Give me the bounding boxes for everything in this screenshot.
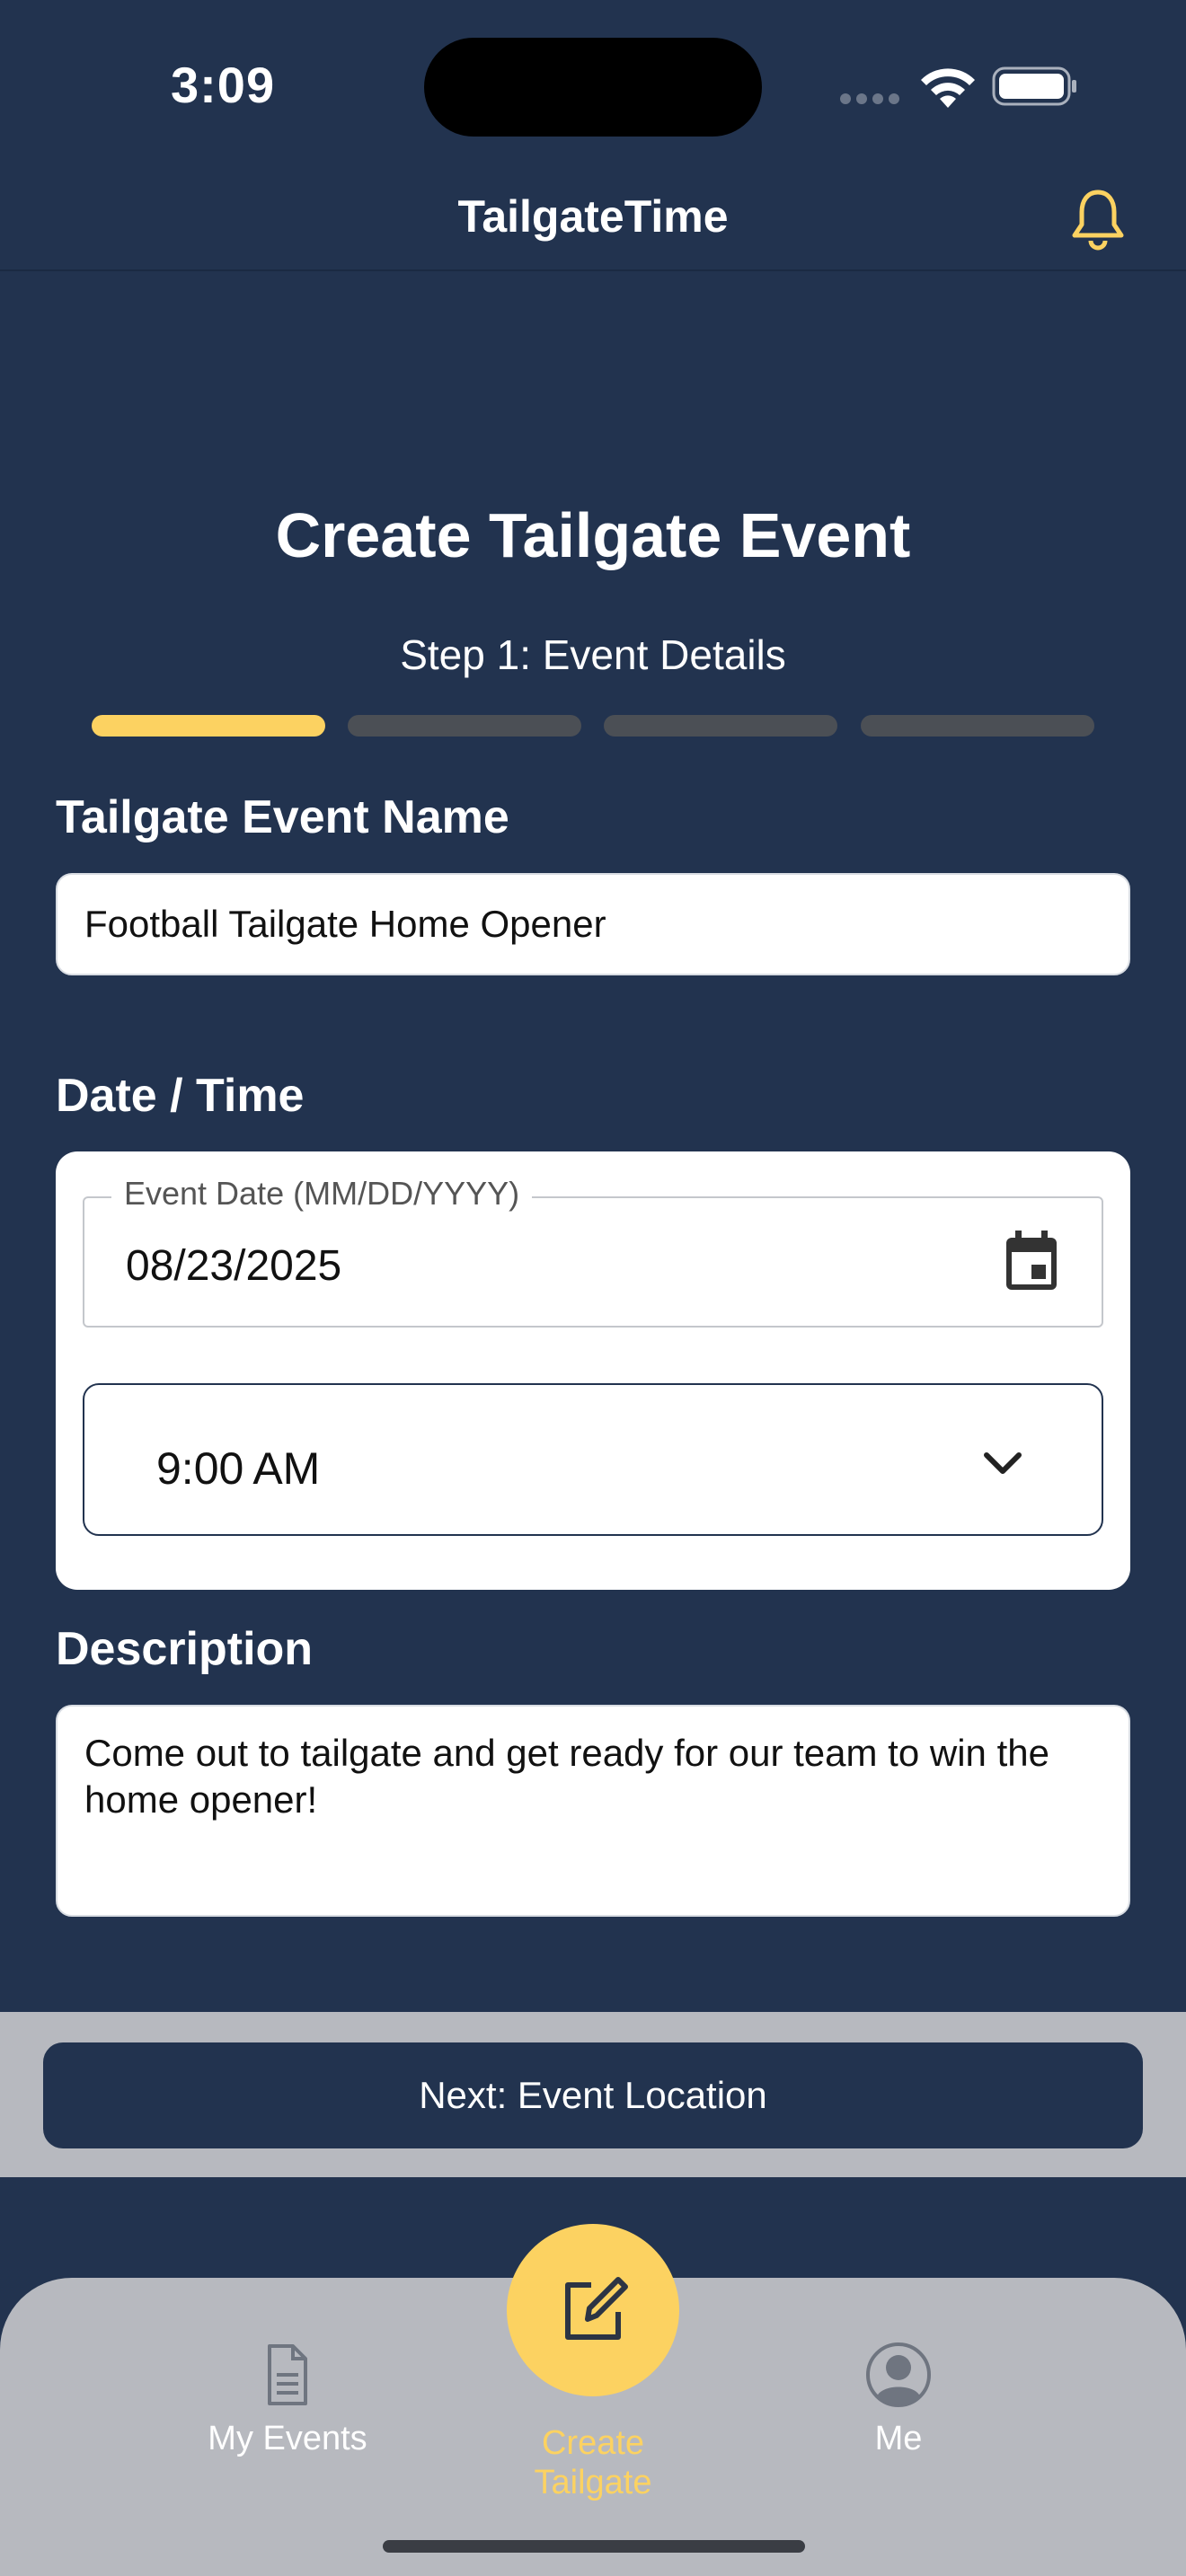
calendar-icon[interactable] — [1003, 1231, 1060, 1293]
create-tailgate-button[interactable] — [507, 2224, 679, 2396]
app-title: TailgateTime — [457, 191, 729, 242]
edit-icon — [565, 2277, 628, 2340]
event-date-field[interactable]: Event Date (MM/DD/YYYY) 08/23/2025 — [83, 1175, 1103, 1328]
description-label: Description — [56, 1623, 314, 1675]
event-time-select[interactable]: 9:00 AM — [83, 1383, 1103, 1536]
progress-segment-4 — [861, 715, 1094, 737]
bell-icon[interactable] — [1069, 187, 1127, 251]
status-bar: 3:09 — [0, 0, 1186, 171]
event-time-value: 9:00 AM — [156, 1443, 321, 1494]
event-name-input[interactable]: Football Tailgate Home Opener — [56, 873, 1130, 975]
page-title: Create Tailgate Event — [275, 500, 911, 570]
progress-segment-1 — [92, 715, 325, 737]
step-label: Step 1: Event Details — [400, 631, 786, 678]
tab-create-tailgate-label[interactable]: Create Tailgate — [485, 2423, 701, 2502]
app-header: TailgateTime — [0, 171, 1186, 271]
tab-my-events[interactable]: My Events — [180, 2341, 395, 2458]
progress-segment-2 — [348, 715, 581, 737]
event-date-legend: Event Date (MM/DD/YYYY) — [111, 1175, 533, 1213]
tab-me-label: Me — [874, 2420, 923, 2457]
battery-icon — [992, 66, 1076, 106]
progress-segment-3 — [604, 715, 837, 737]
chevron-down-icon — [984, 1452, 1022, 1474]
document-icon — [268, 2344, 307, 2405]
datetime-label: Date / Time — [56, 1070, 305, 1122]
wifi-icon — [921, 68, 975, 108]
cellular-signal-icon — [840, 93, 901, 106]
datetime-card: Event Date (MM/DD/YYYY) 08/23/2025 9:00 … — [56, 1151, 1130, 1590]
status-time: 3:09 — [171, 57, 276, 113]
event-name-label: Tailgate Event Name — [56, 791, 509, 843]
description-textarea[interactable]: Come out to tailgate and get ready for o… — [56, 1705, 1130, 1917]
dynamic-island — [424, 38, 762, 137]
tab-me[interactable]: Me — [791, 2341, 1006, 2458]
action-bar: Next: Event Location — [0, 2012, 1186, 2177]
profile-icon — [866, 2342, 931, 2407]
home-indicator — [383, 2540, 805, 2553]
step-progress — [92, 715, 1094, 737]
event-date-value[interactable]: 08/23/2025 — [126, 1241, 341, 1291]
next-event-location-button[interactable]: Next: Event Location — [43, 2042, 1143, 2148]
tab-my-events-label: My Events — [208, 2420, 367, 2457]
